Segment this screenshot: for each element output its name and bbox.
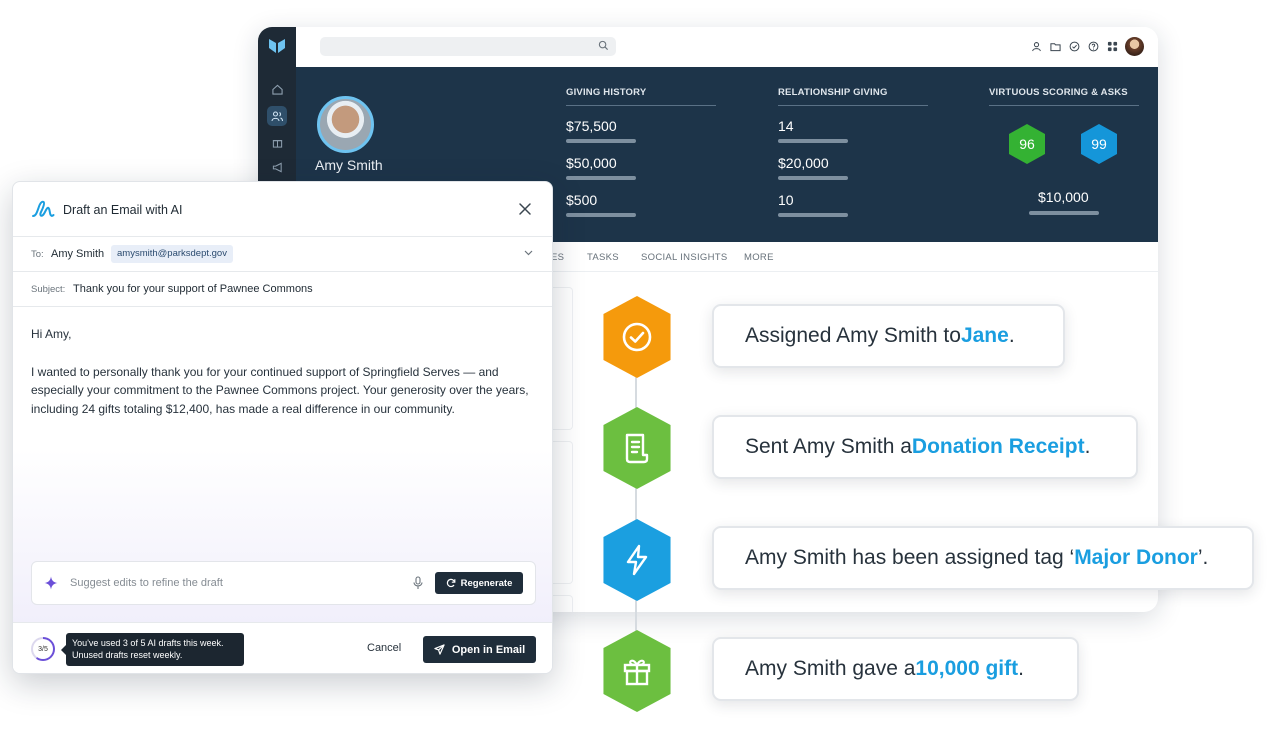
timeline-text: Amy Smith has been assigned tag ‘ bbox=[745, 546, 1075, 569]
timeline-suffix: . bbox=[1084, 435, 1091, 458]
folder-icon[interactable] bbox=[1049, 41, 1061, 53]
apps-grid-icon[interactable] bbox=[1106, 41, 1118, 53]
timeline-connector bbox=[635, 330, 637, 680]
timeline-card-tag: Amy Smith has been assigned tag ‘Major D… bbox=[712, 526, 1254, 590]
giving-history-value: $50,000 bbox=[566, 155, 617, 171]
to-label: To: bbox=[31, 249, 44, 260]
ai-logo-icon bbox=[32, 200, 55, 217]
card-edge bbox=[553, 441, 573, 584]
open-in-email-label: Open in Email bbox=[451, 643, 526, 656]
draft-email-modal: Draft an Email with AI To: Amy Smith amy… bbox=[12, 181, 553, 674]
subject-row[interactable]: Subject: Thank you for your support of P… bbox=[13, 272, 552, 307]
modal-header: Draft an Email with AI bbox=[13, 182, 552, 237]
refresh-icon bbox=[446, 578, 456, 588]
timeline-card-receipt: Sent Amy Smith a Donation Receipt. bbox=[712, 415, 1138, 479]
timeline-highlight[interactable]: Jane bbox=[961, 324, 1009, 348]
suggest-edits-input[interactable]: Suggest edits to refine the draft Regene… bbox=[31, 561, 536, 605]
tab-more[interactable]: MORE bbox=[744, 252, 774, 263]
relationship-giving-header: RELATIONSHIP GIVING bbox=[778, 87, 928, 106]
check-icon[interactable] bbox=[1068, 41, 1080, 53]
relationship-giving-column: RELATIONSHIP GIVING 14 $20,000 10 bbox=[778, 87, 928, 217]
modal-title: Draft an Email with AI bbox=[63, 203, 183, 217]
lightning-icon bbox=[626, 544, 648, 576]
subject-field[interactable]: Thank you for your support of Pawnee Com… bbox=[73, 283, 313, 295]
tooltip-line: Unused drafts reset weekly. bbox=[72, 649, 183, 660]
recipient-row[interactable]: To: Amy Smith amysmith@parksdept.gov bbox=[13, 237, 552, 272]
timeline-card-gift: Amy Smith gave a 10,000 gift. bbox=[712, 637, 1079, 701]
email-body[interactable]: Hi Amy, I wanted to personally thank you… bbox=[13, 307, 552, 622]
sparkle-icon bbox=[44, 576, 58, 590]
card-edge bbox=[553, 595, 573, 612]
giving-history-header: GIVING HISTORY bbox=[566, 87, 716, 106]
search-input[interactable] bbox=[320, 37, 616, 56]
timeline-highlight[interactable]: Donation Receipt bbox=[912, 435, 1085, 459]
contacts-icon[interactable] bbox=[267, 106, 287, 126]
avatar bbox=[317, 96, 374, 153]
timeline-highlight[interactable]: 10,000 gift bbox=[915, 657, 1018, 681]
timeline-card-assigned: Assigned Amy Smith to Jane. bbox=[712, 304, 1065, 368]
close-icon[interactable] bbox=[518, 202, 532, 216]
home-icon[interactable] bbox=[267, 79, 287, 99]
giving-history-value: $500 bbox=[566, 192, 598, 208]
user-icon[interactable] bbox=[1030, 41, 1042, 53]
score-badge-green: 96 bbox=[1009, 124, 1045, 164]
recipient-email-chip[interactable]: amysmith@parksdept.gov bbox=[111, 245, 233, 263]
timeline-text: Sent Amy Smith a bbox=[745, 435, 912, 458]
suggest-placeholder: Suggest edits to refine the draft bbox=[70, 577, 223, 589]
regenerate-button[interactable]: Regenerate bbox=[435, 572, 523, 594]
tab-social-insights[interactable]: SOCIAL INSIGHTS bbox=[641, 252, 728, 263]
ask-amount: $10,000 bbox=[1038, 189, 1089, 205]
timeline-text: Amy Smith gave a bbox=[745, 657, 916, 680]
top-bar bbox=[296, 27, 1158, 67]
virtuous-scoring-header: VIRTUOUS SCORING & ASKS bbox=[989, 87, 1139, 106]
timeline-suffix: . bbox=[1018, 657, 1024, 680]
tooltip-line: You've used 3 of 5 AI drafts this week. bbox=[72, 638, 224, 648]
current-user-avatar[interactable] bbox=[1125, 37, 1144, 56]
brand-logo-icon bbox=[269, 39, 285, 53]
gift-nav-icon[interactable] bbox=[267, 132, 287, 152]
relationship-giving-value: 10 bbox=[778, 192, 794, 208]
help-icon[interactable] bbox=[1087, 41, 1099, 53]
megaphone-icon[interactable] bbox=[267, 157, 287, 177]
regenerate-label: Regenerate bbox=[460, 577, 513, 589]
modal-footer: 3/5 You've used 3 of 5 AI drafts this we… bbox=[13, 622, 552, 673]
recipient-name: Amy Smith bbox=[51, 248, 105, 260]
open-in-email-button[interactable]: Open in Email bbox=[423, 636, 536, 663]
relationship-giving-value: $20,000 bbox=[778, 155, 829, 171]
tab-tasks[interactable]: TASKS bbox=[587, 252, 619, 263]
timeline-highlight[interactable]: Major Donor bbox=[1074, 546, 1198, 570]
timeline-text: Assigned Amy Smith to bbox=[745, 324, 961, 347]
usage-tooltip: You've used 3 of 5 AI drafts this week. … bbox=[61, 633, 244, 666]
cancel-button[interactable]: Cancel bbox=[367, 642, 401, 654]
card-edge bbox=[553, 287, 573, 430]
email-greeting: Hi Amy, bbox=[31, 327, 72, 341]
timeline-suffix: ’. bbox=[1197, 546, 1209, 569]
usage-count: 3/5 bbox=[33, 639, 53, 659]
gift-icon bbox=[623, 659, 651, 686]
virtuous-scoring-column: VIRTUOUS SCORING & ASKS bbox=[989, 87, 1139, 106]
email-paragraph: I wanted to personally thank you for you… bbox=[31, 365, 529, 416]
receipt-icon bbox=[625, 433, 649, 464]
donor-name: Amy Smith bbox=[315, 157, 383, 173]
usage-progress-ring[interactable]: 3/5 bbox=[31, 637, 55, 661]
send-icon bbox=[434, 644, 445, 655]
giving-history-value: $75,500 bbox=[566, 118, 617, 134]
giving-history-column: GIVING HISTORY $75,500 $50,000 $500 bbox=[566, 87, 716, 217]
score-badge-blue: 99 bbox=[1081, 124, 1117, 164]
chevron-down-icon[interactable] bbox=[524, 250, 533, 256]
relationship-giving-value: 14 bbox=[778, 118, 794, 134]
timeline-node-gift bbox=[603, 630, 671, 712]
microphone-icon[interactable] bbox=[413, 576, 423, 590]
check-circle-icon bbox=[622, 322, 652, 352]
search-icon bbox=[598, 40, 609, 51]
timeline-suffix: . bbox=[1008, 324, 1015, 347]
subject-label: Subject: bbox=[31, 284, 66, 295]
